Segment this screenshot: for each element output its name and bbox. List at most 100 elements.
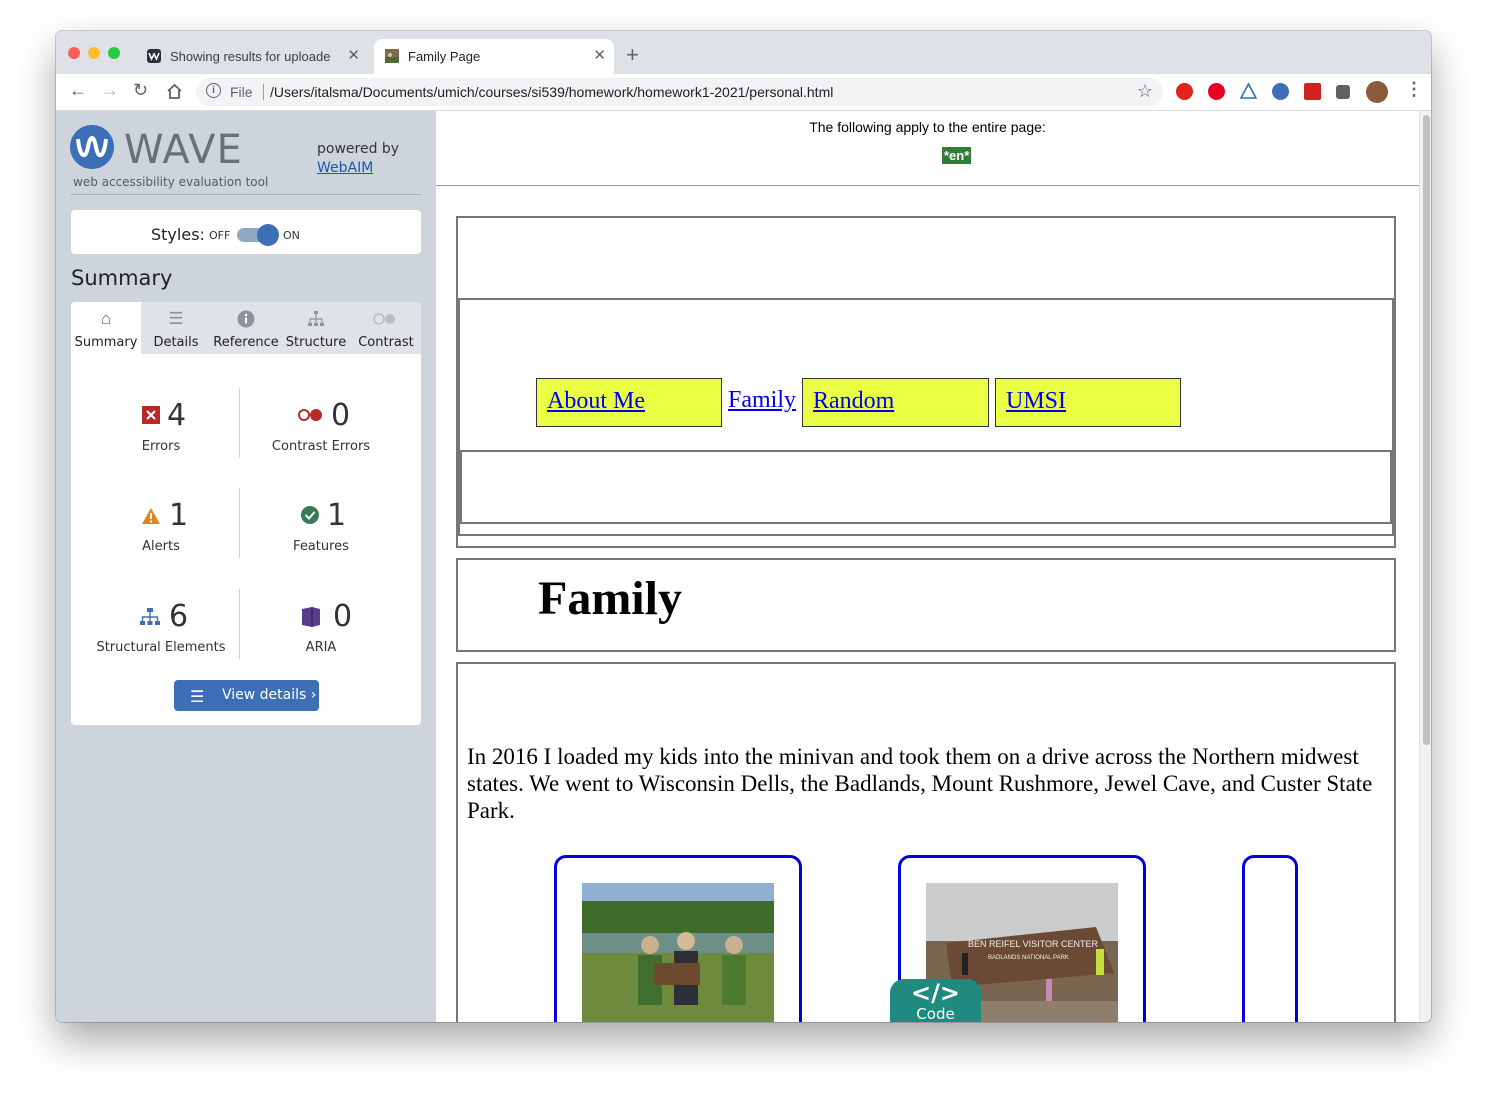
whole-page-annotations: The following apply to the entire page: … — [436, 111, 1419, 186]
list-icon: ☰ — [190, 687, 205, 706]
stat-count: 4 — [167, 398, 187, 433]
tab-family-page[interactable]: Family Page ✕ — [374, 39, 614, 74]
url-text[interactable]: /Users/italsma/Documents/umich/courses/s… — [270, 84, 833, 100]
page-heading: Family — [538, 572, 682, 625]
structure-icon — [140, 608, 160, 625]
family-photo-favicon-icon — [385, 49, 399, 63]
stat-label: ARIA — [305, 640, 337, 655]
stat-aria[interactable]: 0 ARIA — [241, 599, 401, 669]
stat-count: 1 — [327, 498, 347, 533]
reload-icon[interactable]: ↻ — [133, 80, 148, 101]
tab-bar: Showing results for uploaded f ✕ Family … — [56, 31, 1431, 74]
menu-kebab-icon[interactable]: ⋮ — [1405, 79, 1423, 100]
button-label: View details › — [222, 687, 317, 703]
site-info-icon[interactable]: i — [206, 83, 221, 98]
wave-extension-icon[interactable] — [1272, 83, 1289, 100]
stat-count: 1 — [169, 498, 189, 533]
home-icon[interactable] — [166, 83, 183, 100]
tab-structure[interactable]: Structure — [281, 302, 351, 354]
divider — [239, 388, 240, 458]
browser-content: WAVE web accessibility evaluation tool p… — [56, 111, 1431, 1022]
forward-icon[interactable]: → — [101, 80, 119, 101]
tab-summary[interactable]: ⌂ Summary — [71, 302, 141, 354]
adblock-extension-icon[interactable] — [1176, 83, 1193, 100]
stat-label: Contrast Errors — [271, 439, 371, 454]
tab-details[interactable]: ☰ Details — [141, 302, 211, 354]
scheme-label: File — [230, 84, 253, 100]
alert-icon — [142, 508, 160, 524]
whole-page-note: The following apply to the entire page: — [809, 119, 1046, 135]
address-bar[interactable]: i File /Users/italsma/Documents/umich/co… — [196, 78, 1163, 106]
stat-label: Errors — [141, 439, 181, 454]
nav-random[interactable]: Random — [802, 378, 989, 427]
intro-paragraph: In 2016 I loaded my kids into the miniva… — [467, 744, 1373, 823]
tab-title: Showing results for uploaded f — [170, 49, 330, 64]
code-panel-toggle[interactable]: </> Code — [890, 979, 981, 1022]
red-extension-icon[interactable] — [1304, 83, 1321, 100]
sitemap-icon — [308, 311, 324, 326]
extensions-puzzle-icon[interactable] — [1336, 85, 1350, 99]
back-icon[interactable]: ← — [69, 80, 87, 101]
wave-sidebar: WAVE web accessibility evaluation tool p… — [56, 111, 436, 1022]
minimize-window-button[interactable] — [88, 47, 100, 59]
webaim-link[interactable]: WebAIM — [317, 160, 373, 176]
stat-count: 0 — [333, 599, 353, 634]
stat-label: Alerts — [142, 539, 180, 554]
info-icon — [237, 310, 255, 328]
nav-about-me[interactable]: About Me — [536, 378, 722, 427]
divider — [239, 589, 240, 659]
view-details-button[interactable]: ☰ View details › — [174, 680, 319, 711]
nav-umsi[interactable]: UMSI — [995, 378, 1181, 427]
stat-count: 0 — [331, 398, 351, 433]
pinterest-extension-icon[interactable] — [1208, 83, 1225, 100]
profile-avatar[interactable] — [1366, 81, 1388, 103]
divider — [263, 84, 264, 100]
stat-label: Features — [293, 539, 349, 554]
wave-title: WAVE — [124, 127, 243, 173]
summary-heading: Summary — [71, 266, 173, 290]
maximize-window-button[interactable] — [108, 47, 120, 59]
tab-label: Structure — [285, 335, 347, 350]
nav-inner-box — [460, 450, 1392, 524]
divider — [239, 488, 240, 558]
umsi-link[interactable]: UMSI — [1006, 388, 1066, 415]
close-tab-icon[interactable]: ✕ — [593, 46, 606, 64]
home-icon: ⌂ — [100, 309, 112, 328]
contrast-error-icon — [298, 409, 322, 421]
code-icon: </> — [911, 979, 960, 1007]
random-link[interactable]: Random — [813, 388, 894, 415]
tab-wave-results[interactable]: Showing results for uploaded f ✕ — [136, 39, 368, 74]
browser-window: Showing results for uploaded f ✕ Family … — [56, 31, 1431, 1022]
toggle-off-label: OFF — [209, 229, 231, 242]
new-tab-icon[interactable]: + — [626, 42, 639, 68]
summary-panel: ⌂ Summary ☰ Details Reference Structure — [71, 302, 421, 725]
styles-toggle-knob[interactable] — [257, 224, 279, 246]
stat-structural-elements[interactable]: 6 Structural Elements — [81, 599, 241, 669]
page-scrollbar[interactable] — [1419, 111, 1431, 1022]
bookmark-star-icon[interactable]: ☆ — [1137, 81, 1153, 102]
tab-contrast[interactable]: Contrast — [351, 302, 421, 354]
wave-favicon-icon — [147, 49, 161, 63]
close-window-button[interactable] — [68, 47, 80, 59]
rendered-page: The following apply to the entire page: … — [436, 111, 1419, 1022]
scrollbar-thumb[interactable] — [1423, 115, 1430, 745]
about-me-link[interactable]: About Me — [547, 388, 645, 415]
stat-errors[interactable]: 4 Errors — [81, 398, 241, 468]
tab-reference[interactable]: Reference — [211, 302, 281, 354]
close-tab-icon[interactable]: ✕ — [347, 46, 360, 64]
family-link[interactable]: Family — [728, 387, 796, 414]
stat-count: 6 — [169, 599, 189, 634]
powered-by-text: powered by — [317, 141, 400, 157]
axe-extension-icon[interactable] — [1240, 83, 1257, 100]
toggle-on-label: ON — [283, 229, 300, 242]
styles-label: Styles: — [151, 225, 205, 244]
stat-contrast-errors[interactable]: 0 Contrast Errors — [241, 398, 401, 468]
tab-label: Details — [153, 335, 199, 350]
error-icon — [142, 406, 160, 424]
wave-logo-icon — [70, 125, 114, 169]
language-badge[interactable]: *en* — [942, 147, 972, 164]
tab-label: Reference — [213, 335, 279, 350]
stat-features[interactable]: 1 Features — [241, 498, 401, 568]
wave-subtitle: web accessibility evaluation tool — [73, 175, 269, 189]
stat-alerts[interactable]: 1 Alerts — [81, 498, 241, 568]
